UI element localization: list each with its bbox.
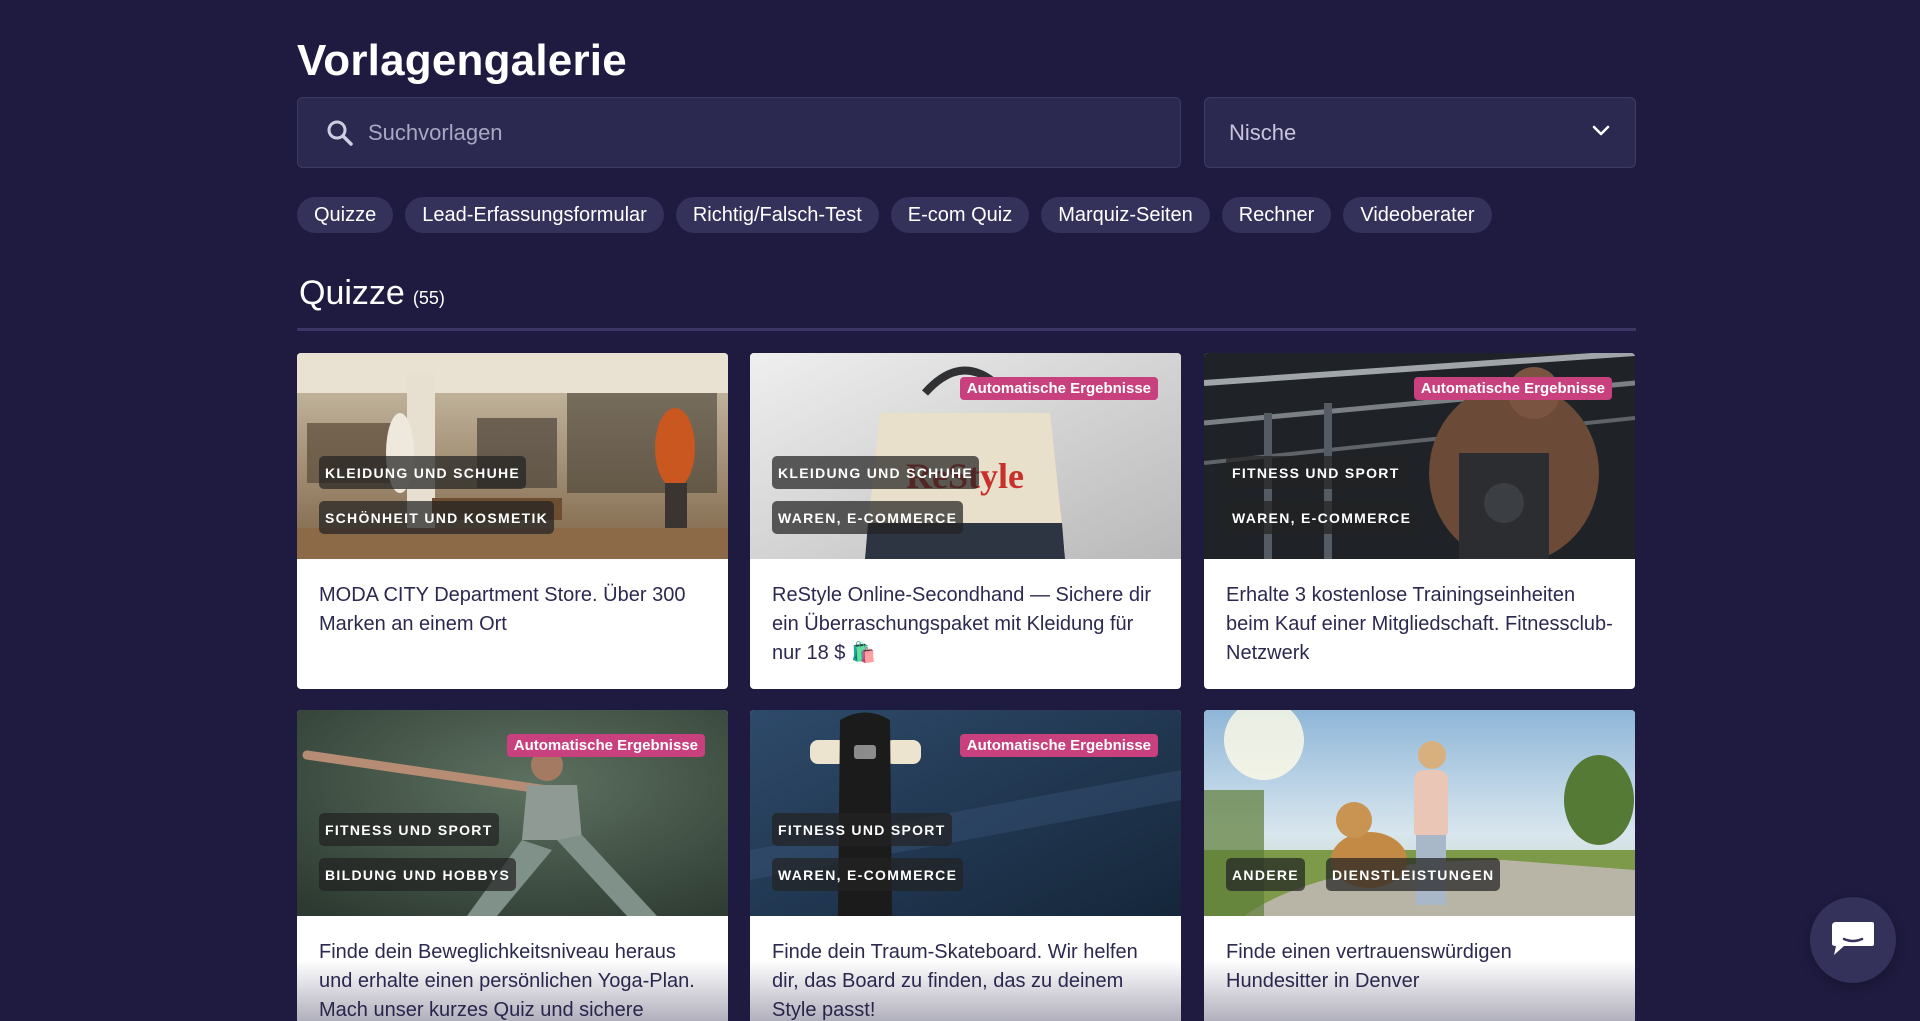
- section-heading: Quizze (55): [299, 274, 445, 313]
- card-tag: FITNESS UND SPORT: [1226, 456, 1406, 489]
- card-body: Finde dein Traum-Skateboard. Wir helfen …: [750, 916, 1181, 1021]
- card-title: MODA CITY Department Store. Über 300 Mar…: [319, 584, 686, 635]
- template-card[interactable]: ReStyle Automatische Ergebnisse KLEIDUNG…: [750, 353, 1181, 689]
- card-image: Automatische Ergebnisse FITNESS UND SPOR…: [297, 710, 728, 916]
- auto-results-badge: Automatische Ergebnisse: [1413, 377, 1612, 400]
- card-tag: KLEIDUNG UND SCHUHE: [772, 456, 980, 489]
- card-tag: DIENSTLEISTUNGEN: [1326, 858, 1501, 891]
- chat-button[interactable]: [1810, 897, 1896, 983]
- card-tag: FITNESS UND SPORT: [772, 813, 952, 846]
- card-tag: SCHÖNHEIT UND KOSMETIK: [319, 501, 555, 534]
- chat-icon: [1830, 918, 1876, 963]
- card-image: ANDERE DIENSTLEISTUNGEN: [1204, 710, 1635, 916]
- card-tag: ANDERE: [1226, 858, 1305, 891]
- card-tag: FITNESS UND SPORT: [319, 813, 499, 846]
- card-body: Finde einen vertrauenswürdigen Hundesitt…: [1204, 916, 1635, 1016]
- auto-results-badge: Automatische Ergebnisse: [959, 377, 1158, 400]
- section-count: (55): [412, 288, 445, 308]
- card-title: ReStyle Online-Secondhand — Sichere dir …: [772, 584, 1152, 664]
- template-card[interactable]: Automatische Ergebnisse FITNESS UND SPOR…: [750, 710, 1181, 1021]
- card-tag: WAREN, E-COMMERCE: [772, 858, 964, 891]
- niche-select[interactable]: Nische: [1204, 97, 1636, 168]
- card-title: Finde dein Beweglichkeitsniveau heraus u…: [319, 941, 695, 1021]
- search-box[interactable]: [297, 97, 1181, 168]
- card-tag: WAREN, E-COMMERCE: [772, 501, 964, 534]
- niche-select-value: Nische: [1229, 119, 1297, 145]
- chip-video-consultant[interactable]: Videoberater: [1343, 197, 1492, 233]
- chip-calculator[interactable]: Rechner: [1221, 197, 1332, 233]
- card-title: Finde dein Traum-Skateboard. Wir helfen …: [772, 941, 1138, 1021]
- template-card[interactable]: KLEIDUNG UND SCHUHE SCHÖNHEIT UND KOSMET…: [297, 353, 728, 689]
- template-card[interactable]: Automatische Ergebnisse FITNESS UND SPOR…: [297, 710, 728, 1021]
- template-gallery-page: Vorlagengalerie Nische Quizze Lead-Erfas…: [0, 0, 1920, 1021]
- chip-marquiz-pages[interactable]: Marquiz-Seiten: [1041, 197, 1210, 233]
- card-image: KLEIDUNG UND SCHUHE SCHÖNHEIT UND KOSMET…: [297, 353, 728, 559]
- card-tag: WAREN, E-COMMERCE: [1226, 501, 1418, 534]
- chip-quizze[interactable]: Quizze: [297, 197, 394, 233]
- card-title: Finde einen vertrauenswürdigen Hundesitt…: [1226, 941, 1512, 992]
- chip-lead-form[interactable]: Lead-Erfassungsformular: [405, 197, 664, 233]
- card-body: ReStyle Online-Secondhand — Sichere dir …: [750, 559, 1181, 688]
- card-image: Automatische Ergebnisse FITNESS UND SPOR…: [1204, 353, 1635, 559]
- chevron-down-icon: [1591, 123, 1611, 142]
- page-title: Vorlagengalerie: [297, 36, 627, 85]
- card-title: Erhalte 3 kostenlose Trainingseinheiten …: [1226, 584, 1613, 664]
- template-card[interactable]: Automatische Ergebnisse FITNESS UND SPOR…: [1204, 353, 1635, 689]
- template-card[interactable]: ANDERE DIENSTLEISTUNGEN Finde einen vert…: [1204, 710, 1635, 1021]
- card-body: Finde dein Beweglichkeitsniveau heraus u…: [297, 916, 728, 1021]
- card-image: ReStyle Automatische Ergebnisse KLEIDUNG…: [750, 353, 1181, 559]
- auto-results-badge: Automatische Ergebnisse: [506, 734, 705, 757]
- category-chips: Quizze Lead-Erfassungsformular Richtig/F…: [297, 197, 1492, 233]
- chip-true-false-test[interactable]: Richtig/Falsch-Test: [675, 197, 879, 233]
- card-tag: BILDUNG UND HOBBYS: [319, 858, 517, 891]
- card-image: Automatische Ergebnisse FITNESS UND SPOR…: [750, 710, 1181, 916]
- chip-ecom-quiz[interactable]: E-com Quiz: [890, 197, 1030, 233]
- search-input[interactable]: [368, 98, 1180, 167]
- card-body: Erhalte 3 kostenlose Trainingseinheiten …: [1204, 559, 1635, 688]
- section-divider: [297, 328, 1636, 331]
- card-body: MODA CITY Department Store. Über 300 Mar…: [297, 559, 728, 659]
- search-icon: [326, 119, 354, 147]
- section-name: Quizze: [299, 274, 405, 312]
- card-tag: KLEIDUNG UND SCHUHE: [319, 456, 527, 489]
- auto-results-badge: Automatische Ergebnisse: [959, 734, 1158, 757]
